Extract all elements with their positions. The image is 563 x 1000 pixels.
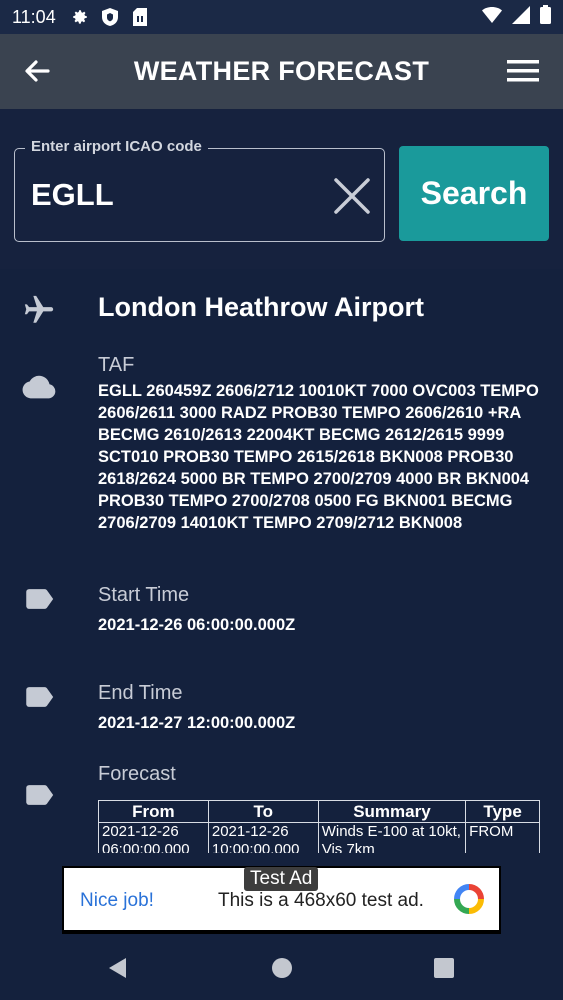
cell-from: 2021-12-26 06:00:00.000 [98,822,209,853]
label-tag-icon [22,778,56,812]
system-nav-bar [0,934,563,1000]
test-ad-badge: Test Ad [244,867,319,891]
ad-logo-icon [453,883,485,915]
table-header-row: From To Summary Type [98,800,540,823]
column-header-from: From [98,800,209,823]
wifi-icon [482,6,502,29]
airport-name: London Heathrow Airport [98,292,424,322]
end-time-label: End Time [98,682,183,704]
taf-text: EGLL 260459Z 2606/2712 10010KT 7000 OVC0… [98,382,539,532]
signal-icon [512,5,530,29]
battery-icon [540,5,551,29]
app-bar: WEATHER FORECAST [0,34,563,109]
ad-headline[interactable]: Nice job! [80,890,154,912]
back-arrow-icon[interactable] [22,56,52,86]
column-header-to: To [207,800,319,823]
column-header-type: Type [465,800,540,823]
clear-icon[interactable] [332,176,372,216]
forecast-table[interactable]: From To Summary Type 2021-12-26 06:00:00… [98,800,542,853]
nav-back-icon[interactable] [106,956,130,980]
app-title: WEATHER FORECAST [133,56,430,86]
nav-recents-icon[interactable] [432,956,456,980]
icao-code-field[interactable]: Enter airport ICAO code EGLL [14,138,385,242]
forecast-label: Forecast [98,763,176,785]
label-tag-icon [22,680,56,714]
cloud-icon [22,370,56,404]
end-time-value: 2021-12-27 12:00:00.000Z [98,714,296,732]
icao-input[interactable]: EGLL [31,177,114,213]
status-time: 11:04 [12,6,56,27]
search-area: Enter airport ICAO code EGLL Search [0,109,563,269]
table-row: 2021-12-26 06:00:00.000 2021-12-26 10:00… [98,822,540,853]
start-time-label: Start Time [98,584,190,606]
cell-summary: Winds E-100 at 10kt, Vis 7km [317,822,467,853]
cell-to: 2021-12-26 10:00:00.000 [207,822,319,853]
start-time-value: 2021-12-26 06:00:00.000Z [98,616,296,634]
cell-type: FROM [465,822,540,853]
taf-label: TAF [98,354,135,376]
shield-icon [100,7,120,27]
nav-home-icon[interactable] [270,956,294,980]
status-bar: 11:04 [0,0,563,34]
ad-description: This is a 468x60 test ad. [218,890,424,911]
airplane-icon [22,293,56,327]
gear-icon [70,7,90,27]
column-header-summary: Summary [317,800,467,823]
menu-icon[interactable] [507,58,539,84]
icao-field-label: Enter airport ICAO code [25,138,208,155]
sim-card-icon [130,7,150,27]
search-button[interactable]: Search [399,146,549,241]
label-tag-icon [22,582,56,616]
